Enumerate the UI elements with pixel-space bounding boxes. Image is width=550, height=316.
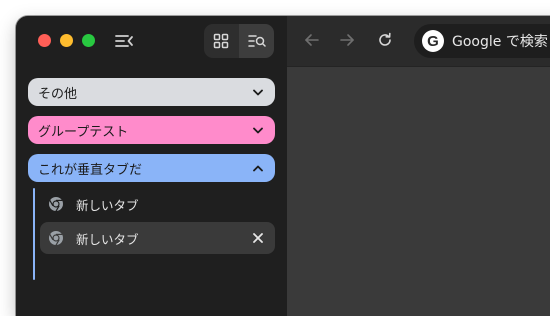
close-icon [253,233,263,243]
chrome-icon [49,197,63,212]
back-arrow-icon [305,34,319,46]
vertical-tabs-sidebar: その他 グループテスト これが垂直タブだ 新しいタブ 新しいタブ [16,16,287,316]
back-button[interactable] [303,31,321,49]
window-controls [38,34,95,47]
close-tab-button[interactable] [251,231,265,245]
tab-title: 新しいタブ [76,197,139,213]
tab-group-label: その他 [38,86,78,102]
collapse-sidebar-button[interactable] [114,32,134,50]
forward-button[interactable] [338,31,356,49]
reload-icon [379,32,391,46]
search-tabs-icon [247,35,266,47]
tab-group-label: これが垂直タブだ [38,162,143,178]
tab-group-indicator-line [33,188,35,280]
reload-button[interactable] [376,31,394,49]
main-content-area: G Google で検索 [287,16,550,316]
minimize-window-button[interactable] [60,34,73,47]
tab-group-label: グループテスト [38,124,129,140]
sidebar-tab-active[interactable]: 新しいタブ [40,222,275,254]
chrome-icon [49,231,63,246]
google-icon: G [422,30,444,52]
collapse-sidebar-icon [115,35,133,47]
omnibox[interactable]: G Google で検索 [414,24,550,58]
tab-group-vertical-tabs[interactable]: これが垂直タブだ [28,154,275,182]
sidebar-tab[interactable]: 新しいタブ [40,188,275,220]
omnibox-text: Google で検索 [452,34,548,50]
search-tabs-button[interactable] [239,24,274,58]
tab-group-test[interactable]: グループテスト [28,116,275,144]
close-window-button[interactable] [38,34,51,47]
tab-group-other[interactable]: その他 [28,78,275,106]
grid-view-button[interactable] [204,24,239,58]
chevron-down-icon [253,127,263,133]
grid-icon [214,33,229,49]
browser-toolbar: G Google で検索 [287,16,550,67]
browser-window: その他 グループテスト これが垂直タブだ 新しいタブ 新しいタブ G Googl… [16,16,550,316]
sidebar-view-switcher [204,24,274,58]
forward-arrow-icon [340,34,354,46]
chevron-up-icon [253,165,263,171]
zoom-window-button[interactable] [82,34,95,47]
tab-title: 新しいタブ [76,231,139,247]
chevron-down-icon [253,89,263,95]
